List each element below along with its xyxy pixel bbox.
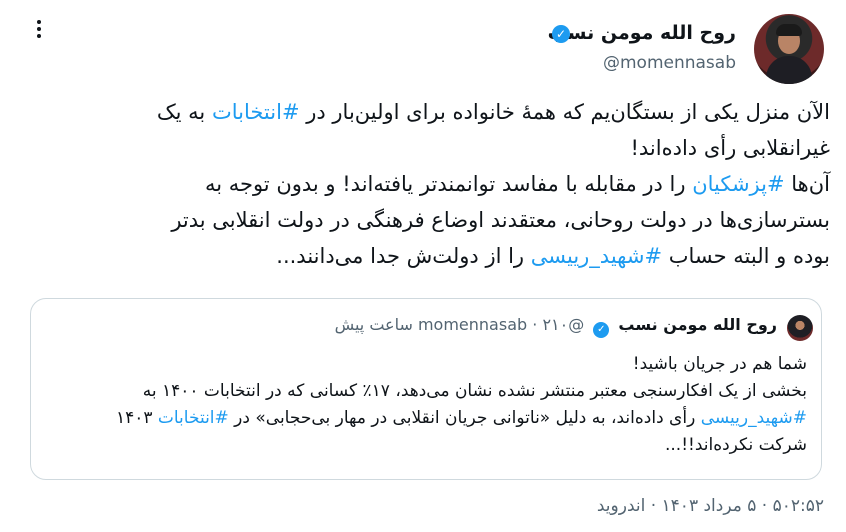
- text-segment: رأی داده‌اند، به دلیل «ناتوانی جریان انق…: [228, 408, 701, 428]
- more-options-icon[interactable]: [34, 20, 44, 42]
- tweet-line: آن‌ها #پزشکیان را در مقابله با مفاسد توا…: [30, 166, 830, 202]
- quoted-tweet-text: شما هم در جریان باشید! بخشی از یک افکارس…: [47, 351, 807, 459]
- text-segment: را از دولت‌ش جدا می‌دانند...: [276, 244, 531, 268]
- author-handle[interactable]: @momennasab: [603, 53, 736, 73]
- quote-line: شما هم در جریان باشید!: [632, 354, 807, 374]
- text-segment: را در مقابله با مفاسد توانمندتر یافته‌ان…: [204, 172, 693, 196]
- tweet-line: الآن منزل یکی از بستگان‌یم که همهٔ خانوا…: [30, 94, 830, 130]
- avatar-suit: [766, 56, 812, 84]
- text-segment: آن‌ها: [784, 172, 830, 196]
- tweet-line: بوده و البته حساب #شهید_رییسی را از دولت…: [30, 238, 830, 274]
- tweet-line: بسترسازی‌ها در دولت روحانی، معتقدند اوضا…: [171, 208, 830, 232]
- tweet-timestamp[interactable]: ۵۰۲:۵۲ · ۵ مرداد ۱۴۰۳ · اندروید: [597, 496, 824, 516]
- meta-separator: ·: [532, 315, 538, 334]
- hashtag-link[interactable]: #شهید_رییسی: [531, 244, 662, 268]
- quoted-author-avatar[interactable]: [787, 315, 813, 341]
- author-name[interactable]: روح الله مومن نسب: [548, 22, 736, 44]
- quoted-author-name[interactable]: روح الله مومن نسب: [618, 315, 777, 334]
- hashtag-link[interactable]: #پزشکیان: [692, 172, 784, 196]
- verified-badge-icon: ✓: [552, 25, 570, 43]
- verified-badge-icon: ✓: [593, 322, 610, 338]
- hashtag-link[interactable]: #انتخابات: [158, 408, 229, 428]
- tweet-line: غیرانقلابی رأی داده‌اند!: [630, 136, 830, 160]
- quote-line: شرکت نکرده‌اند!!...: [664, 435, 807, 455]
- text-segment: به یک: [156, 100, 212, 124]
- text-segment: ۱۴۰۳: [115, 408, 158, 428]
- author-avatar[interactable]: [754, 14, 824, 84]
- avatar-hair: [776, 24, 802, 36]
- text-segment: بوده و البته حساب: [662, 244, 830, 268]
- hashtag-link[interactable]: #شهید_رییسی: [701, 408, 807, 428]
- quote-line: بخشی از یک افکارسنجی معتبر منتشر نشده نش…: [142, 381, 807, 401]
- tweet-text: الآن منزل یکی از بستگان‌یم که همهٔ خانوا…: [30, 94, 830, 274]
- quote-line: #شهید_رییسی رأی داده‌اند، به دلیل «ناتوا…: [47, 405, 807, 432]
- quoted-tweet[interactable]: روح الله مومن نسب ✓ @momennasab · ۲۱۰ سا…: [30, 298, 822, 480]
- quoted-tweet-header: روح الله مومن نسب ✓ @momennasab · ۲۱۰ سا…: [335, 315, 777, 338]
- hashtag-link[interactable]: #انتخابات: [212, 100, 300, 124]
- text-segment: الآن منزل یکی از بستگان‌یم که همهٔ خانوا…: [299, 100, 830, 124]
